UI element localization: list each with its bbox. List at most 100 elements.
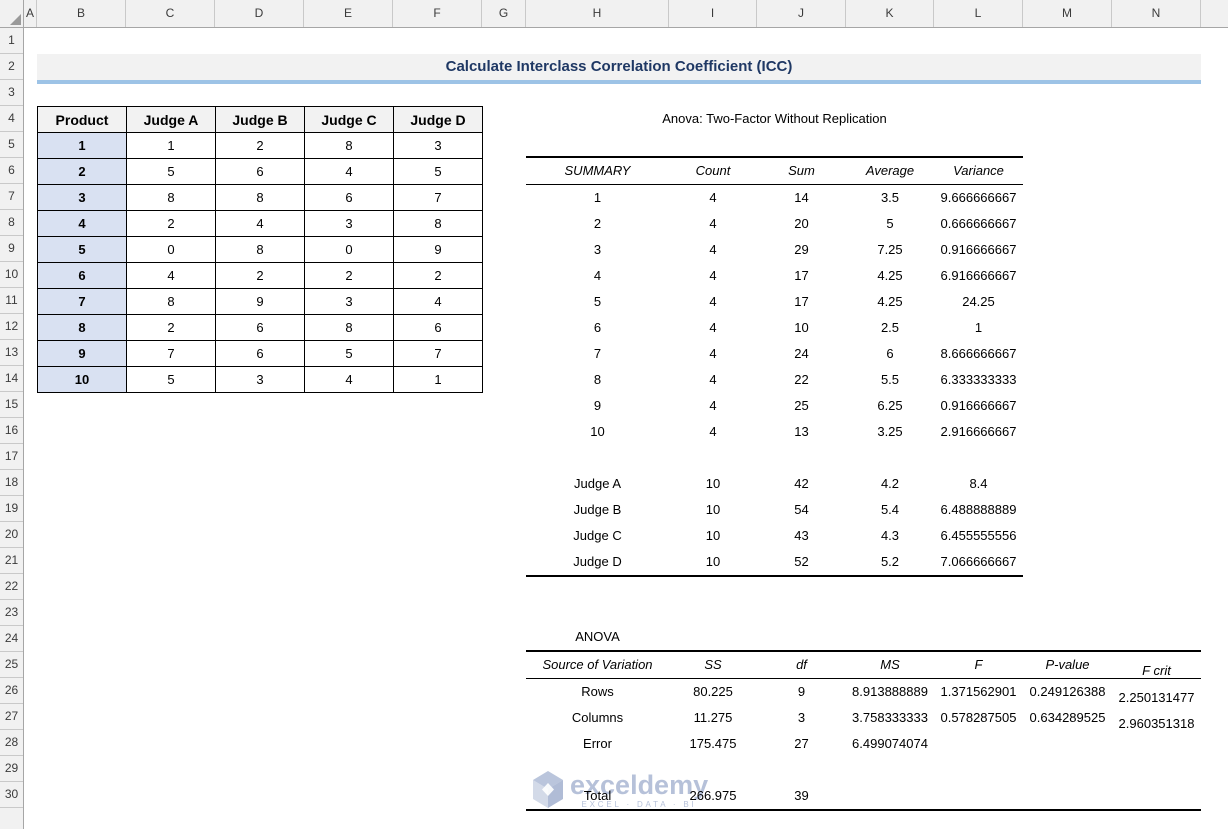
score-cell[interactable]: 8 <box>304 132 394 159</box>
summary-cell[interactable]: 10 <box>757 315 846 341</box>
anova-cell[interactable]: 175.475 <box>669 731 757 757</box>
summary-cell[interactable] <box>757 445 846 471</box>
score-cell[interactable]: 7 <box>393 340 483 367</box>
summary-cell[interactable]: 1 <box>526 185 669 212</box>
row-header-19[interactable]: 19 <box>0 496 23 522</box>
score-cell[interactable]: 9 <box>393 236 483 263</box>
summary-cell[interactable]: 9 <box>526 393 669 419</box>
anova-cell[interactable] <box>1112 731 1201 757</box>
row-header-29[interactable]: 29 <box>0 756 23 782</box>
summary-cell[interactable]: 4 <box>669 315 757 341</box>
summary-cell[interactable]: 5 <box>846 211 934 237</box>
summary-cell[interactable] <box>526 445 669 471</box>
row-header-11[interactable]: 11 <box>0 288 23 314</box>
score-cell[interactable]: 3 <box>304 210 394 237</box>
summary-cell[interactable]: 3.25 <box>846 419 934 445</box>
anova-cell[interactable]: 0.578287505 <box>934 705 1023 731</box>
anova-cell[interactable]: 0.249126388 <box>1023 679 1112 706</box>
score-cell[interactable]: 0 <box>126 236 216 263</box>
column-header-H[interactable]: H <box>526 0 669 27</box>
summary-cell[interactable]: 5.4 <box>846 497 934 523</box>
row-header-1[interactable]: 1 <box>0 28 23 54</box>
column-header-partial[interactable] <box>1201 0 1228 27</box>
anova-header-cell[interactable]: Source of Variation <box>526 652 669 679</box>
score-cell[interactable]: 6 <box>215 158 305 185</box>
summary-cell[interactable]: 7.25 <box>846 237 934 263</box>
anova-cell[interactable] <box>669 757 757 783</box>
row-header-6[interactable]: 6 <box>0 158 23 184</box>
anova-cell[interactable]: 266.975 <box>669 783 757 809</box>
column-header-K[interactable]: K <box>846 0 934 27</box>
anova-label[interactable]: ANOVA <box>526 624 669 650</box>
summary-cell[interactable]: 5.2 <box>846 549 934 575</box>
row-header-21[interactable]: 21 <box>0 548 23 574</box>
row-header-24[interactable]: 24 <box>0 626 23 652</box>
score-cell[interactable]: 4 <box>393 288 483 315</box>
summary-header-cell[interactable]: SUMMARY <box>526 158 669 185</box>
product-id-cell[interactable]: 8 <box>37 314 127 341</box>
summary-cell[interactable]: 7 <box>526 341 669 367</box>
anova-cell[interactable] <box>757 757 846 783</box>
anova-header-cell[interactable]: P-value <box>1023 652 1112 679</box>
row-header-15[interactable]: 15 <box>0 392 23 418</box>
score-cell[interactable]: 6 <box>215 340 305 367</box>
anova-cell[interactable]: Rows <box>526 679 669 706</box>
score-cell[interactable]: 7 <box>393 184 483 211</box>
score-cell[interactable]: 2 <box>215 262 305 289</box>
column-header-A[interactable]: A <box>24 0 37 27</box>
summary-cell[interactable]: 4 <box>669 237 757 263</box>
summary-cell[interactable]: 0.666666667 <box>934 211 1023 237</box>
summary-cell[interactable]: 4 <box>669 419 757 445</box>
anova-cell[interactable] <box>1023 731 1112 757</box>
score-cell[interactable]: 8 <box>215 184 305 211</box>
anova-cell[interactable] <box>1112 757 1201 783</box>
product-table-header-cell[interactable]: Judge D <box>393 106 483 133</box>
anova-header-cell[interactable]: SS <box>669 652 757 679</box>
score-cell[interactable]: 4 <box>304 366 394 393</box>
summary-cell[interactable]: 17 <box>757 289 846 315</box>
anova-header-cell[interactable]: df <box>757 652 846 679</box>
score-cell[interactable]: 1 <box>393 366 483 393</box>
summary-cell[interactable]: 4 <box>669 367 757 393</box>
product-table-header-cell[interactable]: Judge A <box>126 106 216 133</box>
row-header-4[interactable]: 4 <box>0 106 23 132</box>
product-id-cell[interactable]: 1 <box>37 132 127 159</box>
summary-cell[interactable] <box>934 445 1023 471</box>
summary-cell[interactable]: Judge D <box>526 549 669 575</box>
score-cell[interactable]: 5 <box>126 366 216 393</box>
summary-cell[interactable]: 0.916666667 <box>934 393 1023 419</box>
summary-cell[interactable]: Judge A <box>526 471 669 497</box>
row-header-30[interactable]: 30 <box>0 782 23 808</box>
anova-output-title[interactable]: Anova: Two-Factor Without Replication <box>526 106 1023 132</box>
score-cell[interactable]: 9 <box>215 288 305 315</box>
row-header-20[interactable]: 20 <box>0 522 23 548</box>
row-header-7[interactable]: 7 <box>0 184 23 210</box>
anova-cell[interactable] <box>1023 757 1112 783</box>
summary-cell[interactable]: 4.2 <box>846 471 934 497</box>
score-cell[interactable]: 5 <box>393 158 483 185</box>
summary-cell[interactable]: 2 <box>526 211 669 237</box>
column-header-L[interactable]: L <box>934 0 1023 27</box>
score-cell[interactable]: 7 <box>126 340 216 367</box>
row-header-8[interactable]: 8 <box>0 210 23 236</box>
summary-cell[interactable]: Judge C <box>526 523 669 549</box>
summary-cell[interactable]: 10 <box>526 419 669 445</box>
score-cell[interactable]: 6 <box>393 314 483 341</box>
row-header-28[interactable]: 28 <box>0 730 23 756</box>
anova-cell[interactable]: 2.250131477 <box>1112 679 1201 706</box>
anova-header-cell[interactable]: F crit <box>1112 652 1201 679</box>
product-table-header-cell[interactable]: Product <box>37 106 127 133</box>
anova-cell[interactable]: 6.499074074 <box>846 731 934 757</box>
anova-cell[interactable]: Error <box>526 731 669 757</box>
summary-cell[interactable]: 10 <box>669 549 757 575</box>
score-cell[interactable]: 4 <box>215 210 305 237</box>
score-cell[interactable]: 8 <box>215 236 305 263</box>
summary-header-cell[interactable]: Average <box>846 158 934 185</box>
column-header-M[interactable]: M <box>1023 0 1112 27</box>
anova-cell[interactable] <box>846 783 934 809</box>
anova-cell[interactable]: 1.371562901 <box>934 679 1023 706</box>
row-header-13[interactable]: 13 <box>0 340 23 366</box>
column-header-F[interactable]: F <box>393 0 482 27</box>
anova-cell[interactable]: 2.960351318 <box>1112 705 1201 731</box>
score-cell[interactable]: 4 <box>126 262 216 289</box>
